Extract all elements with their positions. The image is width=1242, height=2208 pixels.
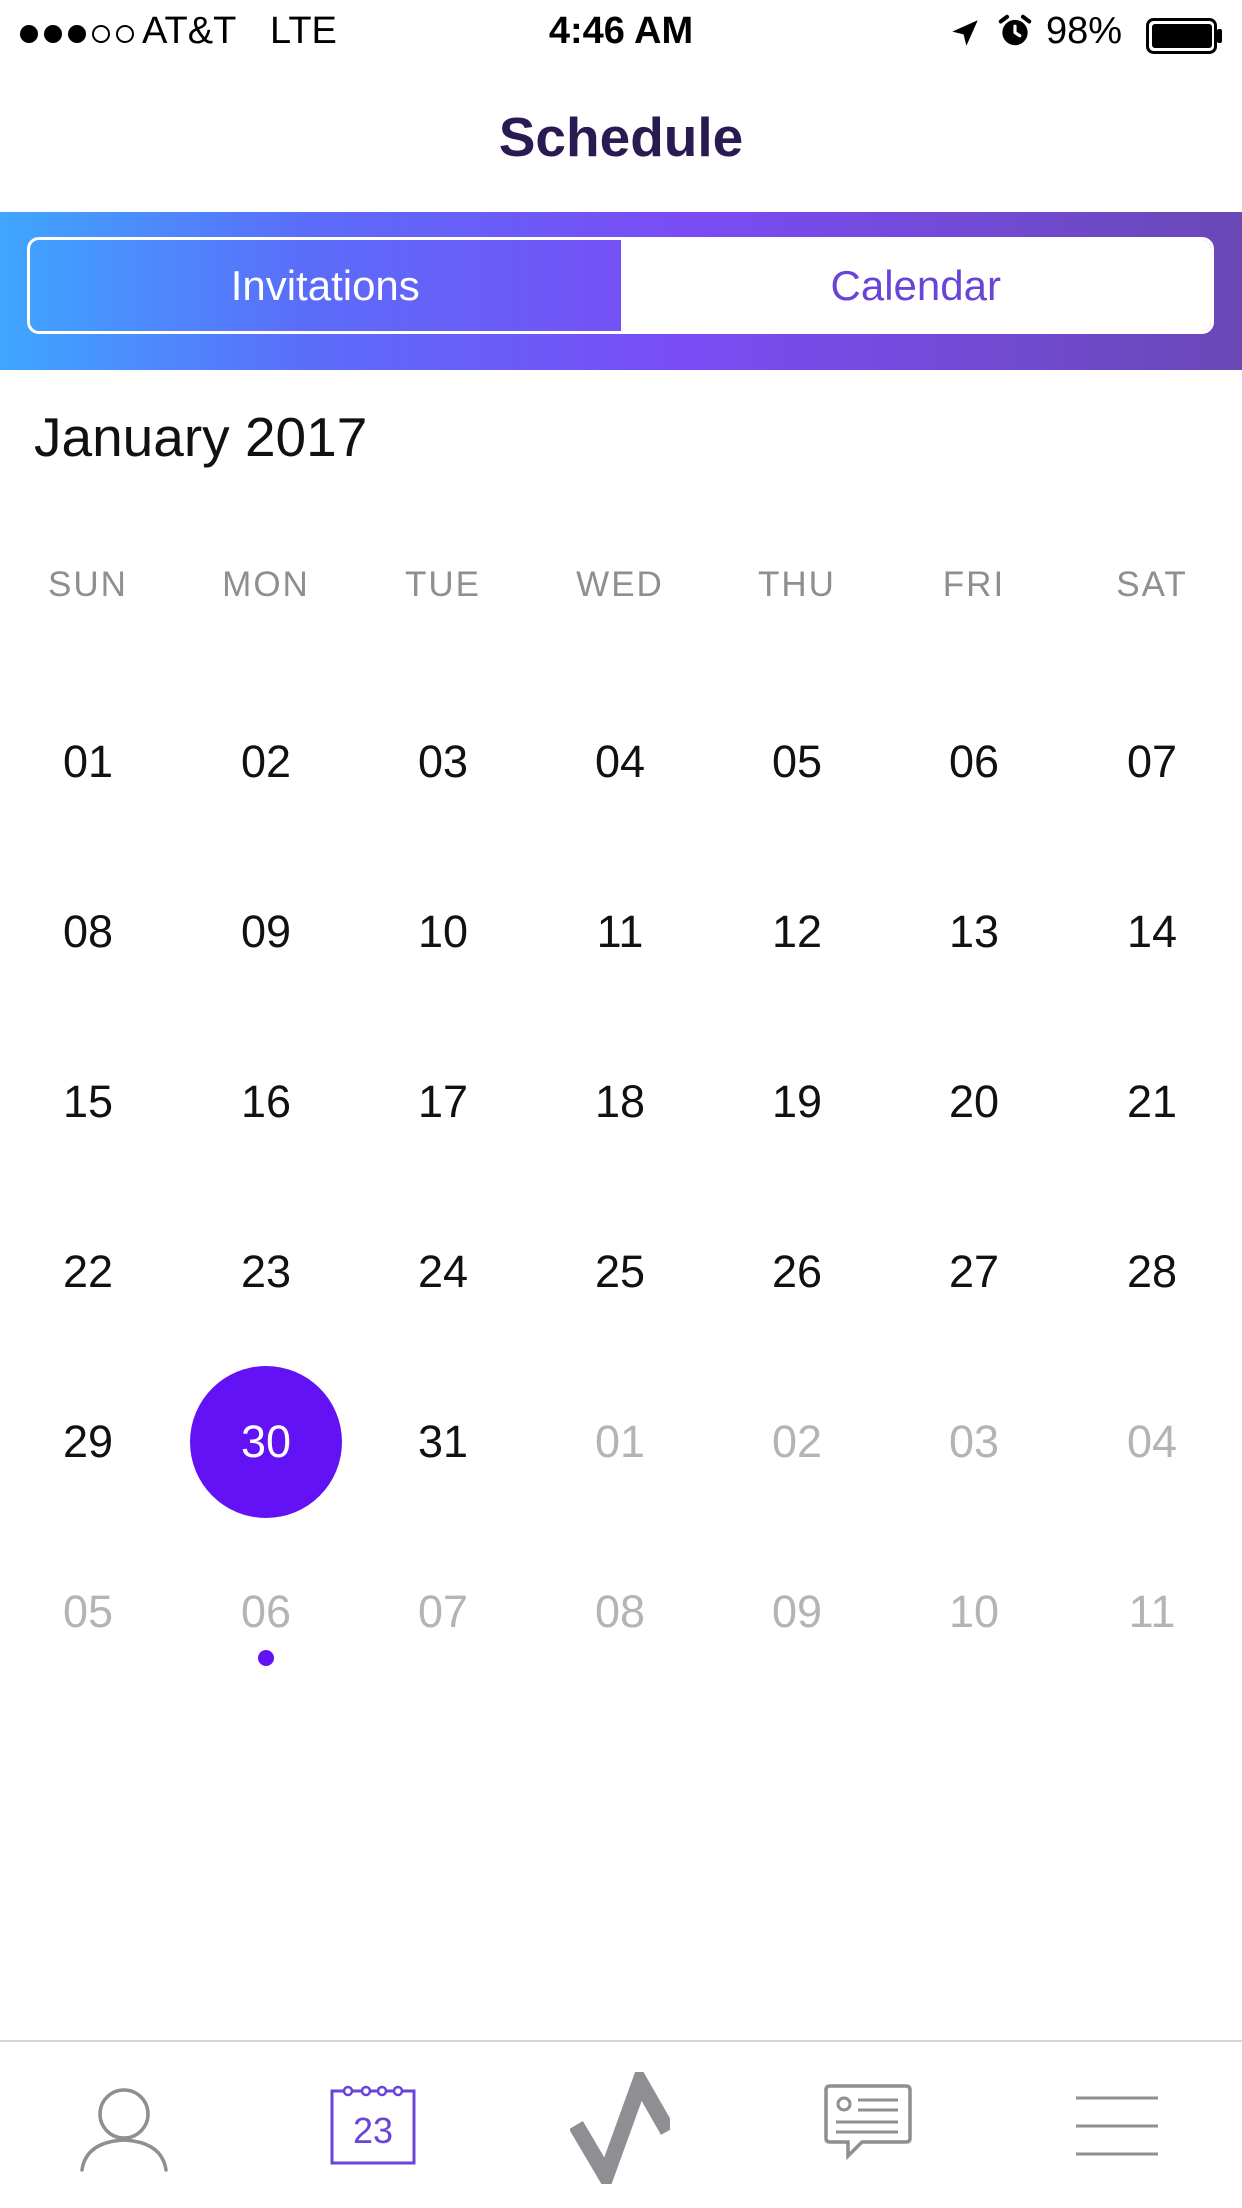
day-number: 01 xyxy=(594,1416,646,1467)
day-number: 15 xyxy=(62,1076,114,1127)
calendar-icon[interactable]: 23 xyxy=(330,2083,416,2170)
calendar-day[interactable]: 19 xyxy=(709,1052,885,1152)
calendar-day[interactable]: 25 xyxy=(532,1222,708,1322)
calendar-day[interactable]: 26 xyxy=(709,1222,885,1322)
calendar-day[interactable]: 16 xyxy=(178,1052,354,1152)
event-indicator-dot xyxy=(258,1650,274,1666)
day-number: 07 xyxy=(1126,736,1178,787)
day-number: 04 xyxy=(594,736,646,787)
day-number: 03 xyxy=(948,1416,1000,1467)
day-number: 10 xyxy=(948,1586,1000,1637)
calendar-day-selected[interactable]: 30 xyxy=(178,1366,354,1518)
menu-icon[interactable] xyxy=(1076,2094,1158,2167)
day-number: 09 xyxy=(771,1586,823,1637)
calendar-day[interactable]: 08 xyxy=(0,882,176,982)
day-number: 31 xyxy=(417,1416,469,1467)
day-number: 05 xyxy=(62,1586,114,1637)
calendar-day-outside-month[interactable]: 08 xyxy=(532,1562,708,1662)
calendar-grid: 01 02 03 04 05 06 07 08 09 10 11 12 13 14 15 16 17 18 19 20… xyxy=(0,0,1242,1700)
day-number: 02 xyxy=(771,1416,823,1467)
calendar-day-outside-month[interactable]: 09 xyxy=(709,1562,885,1662)
day-number: 20 xyxy=(948,1076,1000,1127)
day-number: 16 xyxy=(240,1076,292,1127)
calendar-day[interactable]: 14 xyxy=(1064,882,1240,982)
calendar-day[interactable]: 31 xyxy=(355,1392,531,1492)
day-number: 09 xyxy=(240,906,292,957)
day-number: 12 xyxy=(771,906,823,957)
day-number: 08 xyxy=(62,906,114,957)
day-number: 26 xyxy=(771,1246,823,1297)
profile-icon[interactable] xyxy=(76,2082,172,2179)
day-number: 06 xyxy=(948,736,1000,787)
calendar-day[interactable]: 17 xyxy=(355,1052,531,1152)
calendar-day-outside-month[interactable]: 04 xyxy=(1064,1392,1240,1492)
day-number: 19 xyxy=(771,1076,823,1127)
calendar-day[interactable]: 02 xyxy=(178,712,354,812)
day-number: 07 xyxy=(417,1586,469,1637)
calendar-day-outside-month[interactable]: 10 xyxy=(886,1562,1062,1662)
calendar-day[interactable]: 29 xyxy=(0,1392,176,1492)
day-number: 25 xyxy=(594,1246,646,1297)
day-number: 29 xyxy=(62,1416,114,1467)
calendar-day[interactable]: 28 xyxy=(1064,1222,1240,1322)
day-number: 03 xyxy=(417,736,469,787)
day-number: 14 xyxy=(1126,906,1178,957)
day-number: 06 xyxy=(240,1586,292,1637)
day-number: 11 xyxy=(1128,1586,1176,1637)
day-number: 11 xyxy=(596,906,644,957)
tab-bar-divider xyxy=(0,2040,1242,2042)
day-number: 27 xyxy=(948,1246,1000,1297)
calendar-day[interactable]: 04 xyxy=(532,712,708,812)
day-number: 18 xyxy=(594,1076,646,1127)
day-number: 30 xyxy=(240,1416,292,1467)
calendar-day-outside-month[interactable]: 05 xyxy=(0,1562,176,1662)
day-number: 17 xyxy=(417,1076,469,1127)
calendar-day-outside-month[interactable]: 07 xyxy=(355,1562,531,1662)
day-number: 22 xyxy=(62,1246,114,1297)
calendar-day[interactable]: 09 xyxy=(178,882,354,982)
activity-logo-icon[interactable] xyxy=(569,2063,675,2195)
calendar-day[interactable]: 15 xyxy=(0,1052,176,1152)
day-number: 24 xyxy=(417,1246,469,1297)
calendar-day[interactable]: 23 xyxy=(178,1222,354,1322)
calendar-day[interactable]: 20 xyxy=(886,1052,1062,1152)
day-number: 08 xyxy=(594,1586,646,1637)
calendar-day-outside-month[interactable]: 06 xyxy=(178,1562,354,1662)
calendar-day-outside-month[interactable]: 01 xyxy=(532,1392,708,1492)
day-number: 13 xyxy=(948,906,1000,957)
calendar-day[interactable]: 01 xyxy=(0,712,176,812)
calendar-day[interactable]: 10 xyxy=(355,882,531,982)
calendar-day-outside-month[interactable]: 11 xyxy=(1064,1562,1240,1662)
messages-icon[interactable] xyxy=(822,2082,914,2173)
day-number: 05 xyxy=(771,736,823,787)
calendar-day[interactable]: 24 xyxy=(355,1222,531,1322)
calendar-day-outside-month[interactable]: 03 xyxy=(886,1392,1062,1492)
day-number: 23 xyxy=(240,1246,292,1297)
calendar-day[interactable]: 21 xyxy=(1064,1052,1240,1152)
calendar-day[interactable]: 07 xyxy=(1064,712,1240,812)
day-number: 21 xyxy=(1126,1076,1178,1127)
calendar-day[interactable]: 22 xyxy=(0,1222,176,1322)
calendar-day-outside-month[interactable]: 02 xyxy=(709,1392,885,1492)
calendar-day[interactable]: 11 xyxy=(532,882,708,982)
calendar-day[interactable]: 03 xyxy=(355,712,531,812)
calendar-day[interactable]: 12 xyxy=(709,882,885,982)
day-number: 02 xyxy=(240,736,292,787)
calendar-day[interactable]: 27 xyxy=(886,1222,1062,1322)
calendar-icon-number: 23 xyxy=(353,2110,393,2151)
day-number: 04 xyxy=(1126,1416,1178,1467)
day-number: 01 xyxy=(62,736,114,787)
calendar-day[interactable]: 13 xyxy=(886,882,1062,982)
calendar-day[interactable]: 06 xyxy=(886,712,1062,812)
day-number: 10 xyxy=(417,906,469,957)
day-number: 28 xyxy=(1126,1246,1178,1297)
calendar-day[interactable]: 05 xyxy=(709,712,885,812)
calendar-day[interactable]: 18 xyxy=(532,1052,708,1152)
